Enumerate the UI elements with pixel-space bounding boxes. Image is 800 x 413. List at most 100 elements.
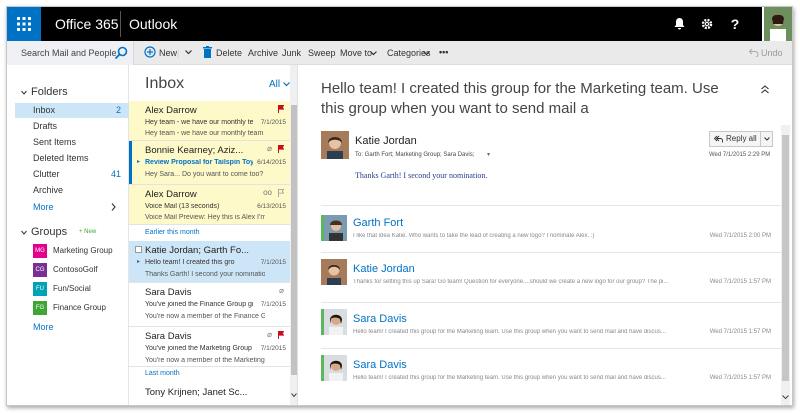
delete-button[interactable]: Delete	[216, 48, 242, 58]
folder-drafts[interactable]: Drafts	[15, 119, 129, 134]
message-item[interactable]: Sara Davis ⌀ You've joined the Finance G…	[129, 283, 290, 327]
new-button[interactable]: New	[159, 48, 177, 58]
message-item[interactable]: Sara Davis ⌀ You've joined the Marketing…	[129, 327, 290, 367]
scrollbar-thumb[interactable]	[291, 105, 297, 375]
folders-more-link[interactable]: More	[33, 202, 54, 212]
new-badge: + New	[79, 229, 96, 235]
filter-label: All	[269, 79, 281, 90]
message-subject: Voice Mail (13 seconds)	[145, 203, 220, 210]
thread-item[interactable]: Sara Davis Hello team! I created this gr…	[321, 303, 781, 349]
flag-outline-icon[interactable]	[278, 189, 284, 197]
chevron-down-icon[interactable]	[423, 51, 430, 56]
sender-avatar[interactable]	[321, 131, 349, 159]
chevron-down-icon[interactable]	[21, 90, 27, 98]
archive-button[interactable]: Archive	[248, 48, 278, 58]
gear-icon[interactable]	[694, 7, 720, 41]
message-preview: You're now a member of the Marketing Gr.…	[145, 357, 265, 364]
folder-inbox[interactable]: Inbox 2	[15, 103, 129, 118]
new-badge-label: New	[84, 229, 97, 235]
sweep-button[interactable]: Sweep	[308, 48, 336, 58]
user-avatar[interactable]	[762, 7, 792, 41]
divider	[120, 11, 121, 37]
flag-icon[interactable]	[278, 105, 284, 113]
thread-date: Wed 7/1/2015 1:57 PM	[709, 329, 771, 335]
reply-all-icon	[714, 135, 723, 143]
more-actions-button[interactable]: •••	[439, 47, 448, 57]
chevron-down-icon	[764, 137, 770, 141]
suite-title[interactable]: Office 365	[55, 16, 119, 32]
message-item[interactable]: Alex Darrow oo Voice Mail (13 seconds) 6…	[129, 185, 290, 225]
folder-deleted-items[interactable]: Deleted Items	[15, 151, 129, 166]
message-item[interactable]: Bonnie Kearney; Aziz... ⌀ ▸ Review Propo…	[129, 141, 290, 185]
message-subject: Review Proposal for Tailspin Toys	[145, 159, 253, 166]
plus-icon	[144, 46, 156, 58]
command-bar: Search Mail and People New | Delete Arch…	[7, 41, 792, 65]
app-launcher-icon[interactable]	[7, 7, 41, 41]
group-item-marketing[interactable]: MG Marketing Group	[33, 243, 113, 258]
reply-all-button[interactable]: Reply all	[709, 131, 773, 147]
top-bar: Office 365 Outlook ?	[7, 7, 792, 41]
chevron-down-icon[interactable]	[185, 50, 192, 55]
search-icon[interactable]	[114, 46, 128, 60]
message-item[interactable]: Tony Krijnen; Janet Sc...	[129, 383, 290, 405]
message-item-selected[interactable]: Katie Jordan; Garth Fo... ▸ Hello team! …	[129, 241, 290, 283]
scrollbar-thumb[interactable]	[782, 135, 789, 381]
group-label: Finance Group	[53, 303, 106, 312]
thread-preview: Hello team! I created this group for the…	[353, 329, 666, 335]
thread-item[interactable]: Garth Fort I like that idea Katie. Who w…	[321, 213, 781, 253]
flag-icon[interactable]	[278, 145, 284, 153]
message-item[interactable]: Alex Darrow Hey team - we have our month…	[129, 101, 290, 141]
search-box[interactable]: Search Mail and People	[7, 41, 134, 65]
folder-clutter[interactable]: Clutter 41	[15, 167, 129, 182]
junk-button[interactable]: Junk	[282, 48, 301, 58]
thread-sender: Katie Jordan	[353, 263, 415, 275]
thread-date: Wed 7/1/2015 1:57 PM	[709, 279, 771, 285]
attachment-icon: ⌀	[267, 330, 272, 339]
group-item-finance[interactable]: FG Finance Group	[33, 300, 106, 315]
sender-name[interactable]: Katie Jordan	[355, 135, 417, 147]
bell-icon[interactable]	[666, 7, 692, 41]
message-subject: You've joined the Finance Group gr	[145, 301, 253, 308]
unread-count: 41	[110, 169, 121, 179]
groups-heading[interactable]: Groups	[31, 226, 67, 238]
message-subject: Hello team! I created this gro	[145, 259, 235, 266]
scroll-down-icon[interactable]	[291, 393, 297, 398]
message-preview: You're now a member of the Finance Group…	[145, 313, 265, 320]
expand-recipients-icon[interactable]: ▾	[487, 151, 490, 158]
move-to-button[interactable]: Move to	[340, 48, 372, 58]
thread-item[interactable]: Sara Davis Hello team! I created this gr…	[321, 349, 781, 395]
expand-thread-icon[interactable]: ▸	[137, 258, 140, 265]
message-date: 7/1/2015	[260, 119, 286, 126]
collapse-icon[interactable]	[761, 85, 769, 94]
thread-item[interactable]: Katie Jordan Thanks for setting this up …	[321, 257, 781, 303]
message-sender: Alex Darrow	[145, 189, 197, 200]
group-item-fun-social[interactable]: FU Fun/Social	[33, 281, 91, 296]
message-sender: Bonnie Kearney; Aziz...	[145, 145, 244, 156]
undo-button[interactable]: Undo	[761, 48, 783, 58]
group-avatar: FU	[33, 281, 47, 296]
folder-label: Inbox	[33, 105, 56, 115]
voicemail-icon: oo	[263, 188, 272, 197]
attachment-icon: ⌀	[279, 286, 284, 295]
thread-date: Wed 7/1/2015 1:57 PM	[709, 375, 771, 381]
search-input[interactable]: Search Mail and People	[21, 48, 117, 58]
group-item-contosogolf[interactable]: CG ContosoGolf	[33, 262, 97, 277]
message-list-scrollbar[interactable]	[290, 65, 297, 405]
folder-pane: Folders Inbox 2 Drafts Sent Items Deleted…	[7, 65, 129, 405]
folder-archive[interactable]: Archive	[15, 183, 129, 198]
chevron-right-icon[interactable]	[111, 203, 116, 211]
chevron-down-icon[interactable]	[370, 51, 377, 56]
expand-thread-icon[interactable]: ▸	[137, 158, 140, 165]
scroll-down-icon[interactable]	[782, 395, 789, 400]
date-group-header: Last month	[145, 370, 180, 377]
filter-dropdown[interactable]: All	[269, 79, 290, 90]
groups-more-link[interactable]: More	[33, 322, 54, 332]
reply-options-dropdown[interactable]	[760, 132, 772, 146]
help-icon[interactable]: ?	[722, 7, 748, 41]
chevron-down-icon[interactable]	[21, 230, 27, 238]
folders-heading[interactable]: Folders	[31, 86, 68, 98]
reading-pane-scrollbar[interactable]	[781, 125, 790, 405]
folder-sent-items[interactable]: Sent Items	[15, 135, 129, 150]
select-checkbox[interactable]	[135, 246, 142, 253]
flag-icon[interactable]	[278, 331, 284, 339]
